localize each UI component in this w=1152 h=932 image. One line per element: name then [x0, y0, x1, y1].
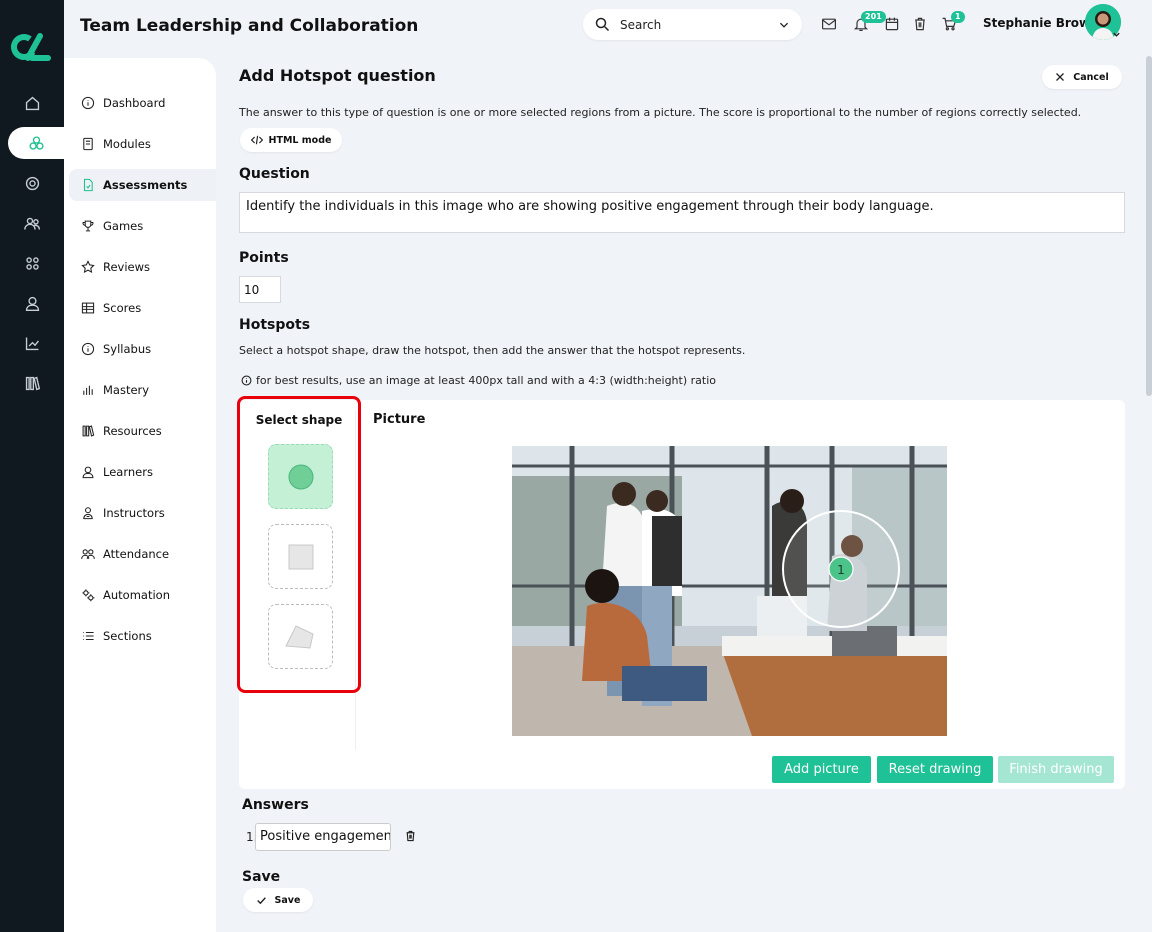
sidebar-item-automation[interactable]: Automation: [69, 579, 216, 611]
circle-icon: [288, 464, 313, 489]
cart-icon[interactable]: 1: [941, 11, 965, 34]
top-bar: Team Leadership and Collaboration Search…: [64, 0, 1152, 56]
sidebar-item-instructors[interactable]: Instructors: [69, 497, 216, 529]
calendar-icon[interactable]: [884, 16, 902, 34]
cancel-button[interactable]: Cancel: [1042, 65, 1122, 89]
delete-answer-icon[interactable]: [404, 829, 417, 843]
info-icon: [81, 342, 95, 356]
sidebar: Dashboard Modules Assessments Games Revi…: [64, 58, 216, 932]
group-icon: [81, 549, 95, 559]
sidebar-item-attendance[interactable]: Attendance: [69, 538, 216, 570]
sidebar-item-scores[interactable]: Scores: [69, 292, 216, 324]
question-label: Question: [239, 166, 310, 182]
html-mode-button[interactable]: HTML mode: [240, 128, 342, 152]
home-icon[interactable]: [0, 88, 64, 118]
finish-drawing-button[interactable]: Finish drawing: [998, 756, 1114, 783]
chart-icon[interactable]: [0, 328, 64, 358]
hotspot-picture[interactable]: 1: [512, 446, 947, 736]
star-icon: [81, 260, 95, 274]
search-placeholder: Search: [620, 17, 662, 32]
select-shape-label: Select shape: [255, 413, 343, 427]
shape-selector: Select shape: [237, 396, 361, 693]
user-menu-chevron-icon[interactable]: [1112, 30, 1121, 39]
bell-icon[interactable]: 201: [853, 11, 886, 34]
save-heading: Save: [242, 869, 281, 885]
cart-badge: 1: [951, 11, 965, 23]
points-label: Points: [239, 250, 289, 266]
library-icon[interactable]: [0, 368, 64, 398]
sidebar-item-reviews[interactable]: Reviews: [69, 251, 216, 283]
answers-label: Answers: [242, 797, 309, 813]
book-icon: [83, 137, 93, 151]
picture-label: Picture: [373, 412, 426, 427]
hotspot-marker-label: 1: [837, 563, 845, 577]
sidebar-item-modules[interactable]: Modules: [69, 128, 216, 160]
points-input[interactable]: 10: [239, 276, 281, 303]
sidebar-item-assessments[interactable]: Assessments: [69, 169, 216, 201]
user-icon: [82, 466, 94, 479]
answer-input[interactable]: Positive engagement: [255, 823, 391, 851]
add-picture-button[interactable]: Add picture: [772, 756, 871, 783]
sidebar-item-resources[interactable]: Resources: [69, 415, 216, 447]
circle-shape-button[interactable]: [268, 444, 333, 509]
code-icon: [250, 135, 263, 145]
search-input[interactable]: Search: [583, 9, 802, 40]
scrollbar[interactable]: [1146, 56, 1152, 396]
bars-icon: [83, 385, 93, 395]
sidebar-item-syllabus[interactable]: Syllabus: [69, 333, 216, 365]
users-icon[interactable]: [0, 208, 64, 238]
icon-rail: [0, 0, 64, 932]
table-icon: [81, 302, 95, 314]
trophy-icon: [82, 220, 94, 232]
instructor-icon: [83, 507, 93, 520]
main-content: Add Hotspot question Cancel The answer t…: [216, 56, 1152, 932]
sidebar-item-sections[interactable]: Sections: [69, 620, 216, 652]
user-name[interactable]: Stephanie Brown: [983, 16, 1099, 30]
check-icon: [256, 896, 266, 904]
chevron-down-icon[interactable]: [778, 19, 790, 31]
search-icon: [595, 17, 610, 32]
close-icon: [1056, 73, 1065, 81]
profile-icon[interactable]: [0, 288, 64, 318]
page-title: Team Leadership and Collaboration: [80, 16, 419, 36]
form-description: The answer to this type of question is o…: [239, 106, 1082, 119]
sidebar-item-games[interactable]: Games: [69, 210, 216, 242]
books-icon: [82, 425, 95, 437]
form-heading: Add Hotspot question: [239, 66, 436, 85]
trash-icon[interactable]: [912, 16, 930, 34]
sidebar-item-dashboard[interactable]: Dashboard: [69, 87, 216, 119]
reset-drawing-button[interactable]: Reset drawing: [877, 756, 993, 783]
sidebar-item-mastery[interactable]: Mastery: [69, 374, 216, 406]
info-icon: [81, 96, 95, 110]
rectangle-shape-button[interactable]: [268, 524, 333, 589]
polygon-icon: [284, 624, 314, 649]
app-logo[interactable]: [10, 30, 54, 64]
hotspots-help: Select a hotspot shape, draw the hotspot…: [239, 344, 746, 357]
sidebar-item-learners[interactable]: Learners: [69, 456, 216, 488]
file-icon: [83, 178, 93, 192]
tip-line: for best results, use an image at least …: [241, 374, 716, 387]
hotspots-label: Hotspots: [239, 317, 311, 333]
mail-icon[interactable]: [821, 16, 839, 34]
info-icon: [241, 375, 252, 386]
list-icon: [83, 631, 94, 641]
target-icon[interactable]: [0, 168, 64, 198]
gears-icon: [82, 589, 95, 602]
grid-icon[interactable]: [0, 248, 64, 278]
square-icon: [288, 544, 313, 569]
save-button[interactable]: Save: [243, 888, 313, 912]
courses-icon[interactable]: [8, 127, 64, 159]
question-textarea[interactable]: Identify the individuals in this image w…: [239, 192, 1125, 233]
polygon-shape-button[interactable]: [268, 604, 333, 669]
notifications-badge: 201: [861, 11, 886, 23]
